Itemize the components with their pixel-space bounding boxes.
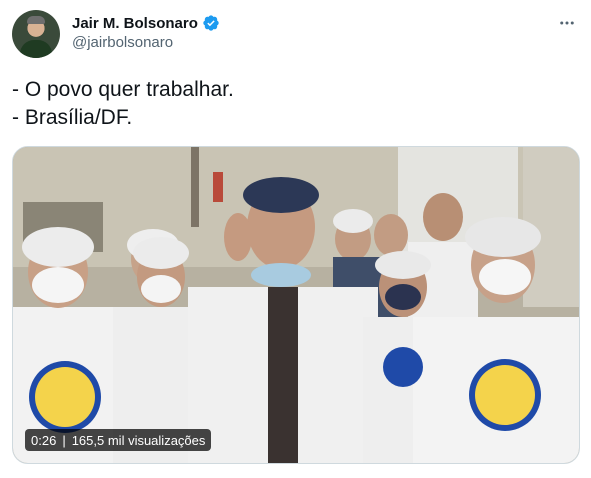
tweet-header: Jair M. Bolsonaro @jairbolsonaro	[0, 0, 591, 60]
video-player[interactable]: 0:26 | 165,5 mil visualizações	[12, 146, 580, 464]
more-options-icon	[560, 21, 574, 25]
display-name[interactable]: Jair M. Bolsonaro	[72, 15, 198, 32]
video-views: 165,5 mil visualizações	[71, 432, 206, 448]
more-options-button[interactable]	[552, 10, 582, 36]
video-duration: 0:26	[31, 432, 57, 448]
avatar-shirt	[20, 40, 52, 58]
badge-separator: |	[62, 432, 66, 448]
verified-badge-icon	[203, 15, 219, 31]
avatar-hair	[27, 16, 45, 24]
tweet-text-line: - Brasília/DF.	[12, 106, 133, 129]
tweet-text: - O povo quer trabalhar. - Brasília/DF.	[12, 76, 572, 132]
video-info-badge: 0:26 | 165,5 mil visualizações	[25, 429, 212, 451]
video-frame	[13, 147, 579, 463]
avatar[interactable]	[12, 10, 60, 58]
handle[interactable]: @jairbolsonaro	[72, 34, 173, 51]
name-row: Jair M. Bolsonaro	[72, 13, 220, 33]
tweet-text-line: - O povo quer trabalhar.	[12, 78, 234, 101]
